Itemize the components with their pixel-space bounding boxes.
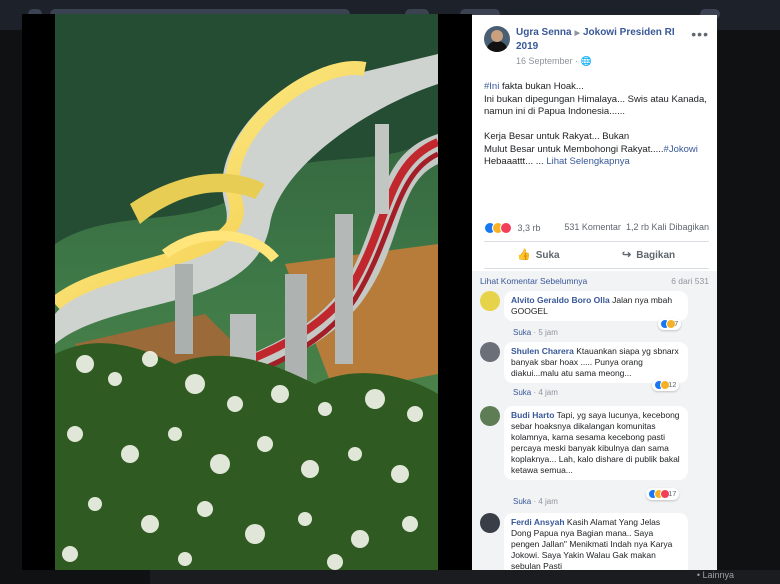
commenter-avatar[interactable] — [480, 513, 500, 533]
hashtag-jokowi-link[interactable]: #Jokowi — [664, 144, 698, 155]
hashtag-ini-link[interactable]: #Ini — [484, 81, 499, 92]
comment-bubble: Alvito Geraldo Boro Olla Jalan nya mbah … — [504, 291, 688, 321]
thumbs-up-icon: 👍 — [517, 249, 531, 261]
arrow-right-icon: ▶ — [574, 30, 580, 37]
share-arrow-icon: ↪ — [622, 249, 632, 261]
comment-time[interactable]: 4 jam — [538, 497, 558, 506]
post-line-5: Hebaaattt... ... — [484, 156, 547, 167]
commenter-name[interactable]: Shulen Charera — [511, 346, 574, 356]
background-page-strip: • Lainnya — [150, 570, 780, 584]
comment: Ferdi Ansyah Kasih Alamat Yang Jelas Don… — [480, 513, 709, 570]
reactions-bar: 3,3 rb 531 Komentar 1,2 rb Kali Dibagika… — [484, 222, 709, 236]
comment-reaction-count: 17 — [668, 489, 677, 498]
commenter-avatar[interactable] — [480, 291, 500, 311]
comment-like-link[interactable]: Suka — [513, 497, 531, 506]
post-line-1: fakta bukan Hoak... — [499, 81, 584, 92]
post-meta: 16 September · 🌐 — [516, 56, 592, 66]
comment-actions: Suka · 5 jam — [513, 328, 558, 337]
like-button-label: Suka — [535, 250, 560, 261]
comment-reactions[interactable]: 7 — [658, 318, 682, 331]
post-author-line: Ugra Senna ▶ Jokowi Presiden RI 2019 — [516, 26, 691, 53]
post-line-3: Kerja Besar untuk Rakyat... Bukan — [484, 131, 630, 142]
comments-header: Lihat Komentar Sebelumnya 6 dari 531 — [480, 276, 709, 286]
comment-reactions[interactable]: 17 — [646, 488, 680, 501]
more-options-button[interactable]: ••• — [691, 26, 709, 42]
comment-reactions[interactable]: 12 — [652, 379, 680, 392]
highway-photo-image — [55, 14, 438, 570]
comment-reaction-count: 12 — [668, 380, 677, 389]
photo-viewer — [22, 14, 472, 570]
comment-like-link[interactable]: Suka — [513, 388, 531, 397]
comment-time[interactable]: 5 jam — [538, 328, 558, 337]
comments-section: Lihat Komentar Sebelumnya 6 dari 531 Alv… — [472, 271, 717, 570]
previous-comments-link[interactable]: Lihat Komentar Sebelumnya — [480, 276, 587, 286]
comment-count-link[interactable]: 531 Komentar — [564, 222, 621, 232]
comment-bubble: Shulen Charera Ktauankan siapa yg sbnarx… — [504, 342, 688, 383]
commenter-avatar[interactable] — [480, 406, 500, 426]
comment-bubble: Ferdi Ansyah Kasih Alamat Yang Jelas Don… — [504, 513, 688, 570]
globe-icon: 🌐 — [580, 56, 592, 66]
comment-like-link[interactable]: Suka — [513, 328, 531, 337]
comment-share-counts: 531 Komentar 1,2 rb Kali Dibagikan — [564, 222, 709, 232]
comments-count: 6 dari 531 — [671, 276, 709, 286]
see-more-link[interactable]: Lihat Selengkapnya — [546, 156, 629, 167]
commenter-avatar[interactable] — [480, 342, 500, 362]
post-text: #Ini fakta bukan Hoak... Ini bukan dipeg… — [484, 81, 709, 169]
share-button-label: Bagikan — [636, 250, 676, 261]
reaction-count[interactable]: 3,3 rb — [518, 223, 541, 233]
comment-actions: Suka · 4 jam — [513, 388, 558, 397]
comment-bubble: Budi Harto Tapi, yg saya lucunya, kecebo… — [504, 406, 688, 480]
like-button[interactable]: 👍 Suka — [517, 248, 560, 261]
comment-actions: Suka · 4 jam — [513, 497, 558, 506]
love-reaction-icon[interactable] — [500, 222, 512, 234]
share-button[interactable]: ↪ Bagikan — [622, 248, 675, 261]
author-avatar[interactable] — [484, 26, 510, 52]
bottom-more-text: • Lainnya — [696, 570, 734, 580]
post-line-4: Mulut Besar untuk Membohongi Rakyat..... — [484, 143, 664, 155]
comment-reaction-count: 7 — [674, 319, 679, 328]
post-side-panel: Ugra Senna ▶ Jokowi Presiden RI 2019 16 Se… — [472, 15, 717, 570]
post-actions: 👍 Suka ↪ Bagikan — [484, 241, 709, 269]
post-line-2: Ini bukan dipegungan Himalaya... Swis at… — [484, 93, 707, 118]
comment: Shulen Charera Ktauankan siapa yg sbnarx… — [480, 342, 709, 404]
comment-time[interactable]: 4 jam — [538, 388, 558, 397]
post-photo[interactable] — [55, 14, 438, 570]
author-name-link[interactable]: Ugra Senna — [516, 27, 572, 38]
commenter-name[interactable]: Budi Harto — [511, 410, 554, 420]
share-count-link[interactable]: 1,2 rb Kali Dibagikan — [626, 222, 709, 232]
post-date[interactable]: 16 September — [516, 56, 573, 66]
commenter-name[interactable]: Ferdi Ansyah — [511, 517, 565, 527]
comment: Alvito Geraldo Boro Olla Jalan nya mbah … — [480, 291, 709, 343]
comment: Budi Harto Tapi, yg saya lucunya, kecebo… — [480, 406, 709, 516]
commenter-name[interactable]: Alvito Geraldo Boro Olla — [511, 295, 610, 305]
